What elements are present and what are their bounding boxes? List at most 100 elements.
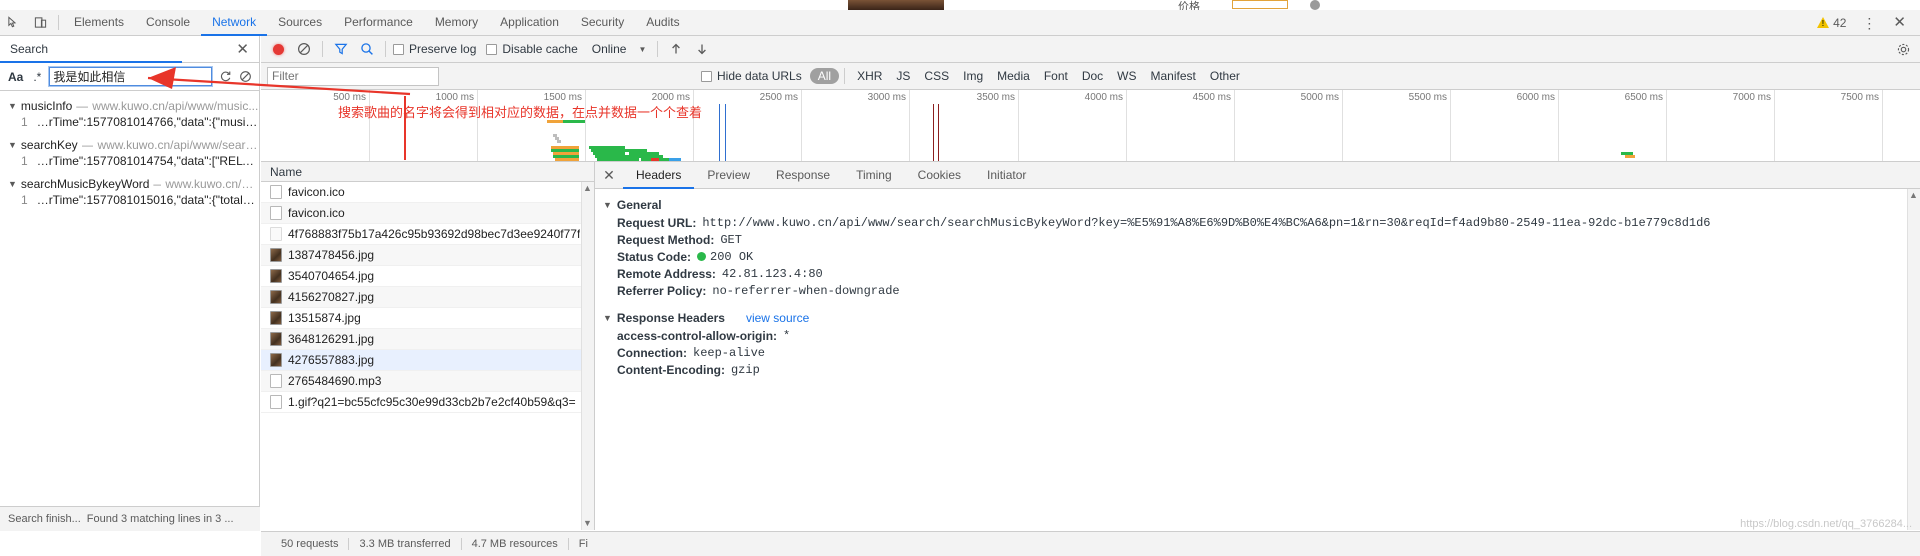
scroll-up-icon[interactable]: ▲ — [582, 184, 593, 193]
doc-icon — [270, 395, 282, 409]
filter-type-other[interactable]: Other — [1203, 69, 1247, 83]
request-url-value[interactable]: http://www.kuwo.cn/api/www/search/search… — [696, 215, 1710, 232]
chevron-down-icon: ▼ — [603, 313, 612, 323]
chevron-down-icon[interactable]: ▼ — [8, 101, 17, 111]
scroll-down-icon[interactable]: ▼ — [582, 519, 593, 528]
refresh-icon[interactable] — [218, 70, 232, 83]
tab-preview[interactable]: Preview — [694, 162, 763, 189]
tab-audits[interactable]: Audits — [635, 10, 690, 36]
close-icon[interactable]: ✕ — [595, 162, 623, 188]
overview-tick-label: 3500 ms — [976, 92, 1015, 103]
close-icon[interactable]: ✕ — [232, 42, 253, 57]
preserve-log-checkbox[interactable]: Preserve log — [391, 42, 484, 56]
filter-type-font[interactable]: Font — [1037, 69, 1075, 83]
device-toolbar-icon[interactable] — [27, 10, 54, 35]
details-scrollbar[interactable]: ▲ — [1907, 189, 1920, 530]
overview-bar — [1625, 155, 1635, 158]
chevron-down-icon[interactable]: ▼ — [8, 140, 17, 150]
table-row[interactable]: 4156270827.jpg — [261, 287, 594, 308]
preserve-log-label: Preserve log — [409, 42, 477, 56]
filter-type-all[interactable]: All — [809, 68, 840, 84]
record-button[interactable] — [265, 36, 291, 62]
scroll-up-icon[interactable]: ▲ — [1908, 191, 1919, 200]
table-row[interactable]: 13515874.jpg — [261, 308, 594, 329]
overview-tick — [1882, 90, 1883, 161]
clear-icon[interactable] — [291, 36, 317, 62]
tab-network[interactable]: Network — [201, 10, 268, 36]
tab-performance[interactable]: Performance — [333, 10, 424, 36]
overview-bar — [669, 158, 681, 161]
filter-funnel-icon[interactable] — [328, 36, 354, 62]
search-result-url: www.kuwo.cn/api/www/a... — [165, 177, 259, 191]
filter-input[interactable] — [267, 66, 439, 86]
finish-label: Fi — [578, 538, 588, 550]
filter-type-doc[interactable]: Doc — [1075, 69, 1110, 83]
request-list-scrollbar[interactable]: ▲ ▼ — [581, 182, 594, 530]
table-row[interactable]: 2765484690.mp3 — [261, 371, 594, 392]
tab-application[interactable]: Application — [489, 10, 570, 36]
throttling-dropdown-arrow[interactable]: ▼ — [632, 45, 652, 54]
network-overview-timeline[interactable]: 500 ms 1000 ms 1500 ms 2000 ms 2500 ms 3000 m… — [261, 90, 1920, 162]
regex-toggle[interactable]: .* — [31, 70, 43, 84]
search-pane-title: Search — [10, 42, 49, 56]
export-har-icon[interactable] — [689, 36, 715, 62]
search-input[interactable] — [48, 66, 214, 87]
table-row[interactable]: 3648126291.jpg — [261, 329, 594, 350]
tab-elements[interactable]: Elements — [63, 10, 135, 36]
hide-data-urls-checkbox[interactable]: Hide data URLs — [699, 69, 810, 83]
filter-type-ws[interactable]: WS — [1110, 69, 1143, 83]
tab-timing[interactable]: Timing — [843, 162, 905, 189]
inspect-cursor-icon[interactable] — [0, 10, 27, 35]
filter-type-media[interactable]: Media — [990, 69, 1037, 83]
throttling-select[interactable]: Online — [586, 42, 633, 56]
more-options-icon[interactable]: ⋮ — [1854, 16, 1885, 30]
table-row[interactable]: 4276557883.jpg — [261, 350, 594, 371]
tab-security[interactable]: Security — [570, 10, 635, 36]
tab-sources[interactable]: Sources — [267, 10, 333, 36]
table-row[interactable]: 1.gif?q21=bc55cfc95c30e99d33cb2b7e2cf40b… — [261, 392, 594, 413]
search-result-header[interactable]: ▼ searchMusicBykeyWord — www.kuwo.cn/api… — [8, 177, 259, 191]
response-headers-section-header[interactable]: ▼ Response Headers view source — [595, 308, 1920, 328]
general-section-header[interactable]: ▼ General — [595, 195, 1920, 215]
search-icon[interactable] — [354, 36, 380, 62]
search-result-header[interactable]: ▼ searchKey — www.kuwo.cn/api/www/searc.… — [8, 138, 259, 152]
table-row[interactable]: favicon.ico — [261, 182, 594, 203]
gear-icon[interactable] — [1890, 36, 1916, 62]
search-result-line[interactable]: 1 …rTime":1577081015016,"data":{"total":… — [8, 193, 259, 207]
tab-initiator[interactable]: Initiator — [974, 162, 1039, 189]
disable-cache-checkbox[interactable]: Disable cache — [484, 42, 585, 56]
tabbar-divider — [58, 15, 59, 30]
close-devtools-icon[interactable]: ✕ — [1885, 15, 1914, 30]
tab-cookies[interactable]: Cookies — [905, 162, 974, 189]
view-source-link[interactable]: view source — [746, 311, 809, 325]
table-row[interactable]: favicon.ico — [261, 203, 594, 224]
import-har-icon[interactable] — [663, 36, 689, 62]
checkbox-box — [486, 43, 498, 55]
filter-type-js[interactable]: JS — [889, 69, 917, 83]
tab-memory[interactable]: Memory — [424, 10, 489, 36]
clear-icon[interactable] — [239, 70, 253, 83]
request-list-column-header[interactable]: Name — [261, 162, 594, 182]
filter-type-xhr[interactable]: XHR — [850, 69, 889, 83]
table-row[interactable]: 4f768883f75b17a426c95b93692d98bec7d3ee92… — [261, 224, 594, 245]
filter-type-css[interactable]: CSS — [917, 69, 956, 83]
overview-tick — [585, 90, 586, 161]
search-pane: Search ✕ Aa .* ▼ musicInfo — www.kuwo.cn… — [0, 36, 260, 531]
search-result-line[interactable]: 1 …rTime":1577081014766,"data":{"musicri… — [8, 115, 259, 129]
warning-badge[interactable]: 42 — [1809, 16, 1854, 30]
match-case-toggle[interactable]: Aa — [6, 70, 25, 84]
filter-type-manifest[interactable]: Manifest — [1144, 69, 1203, 83]
search-result-header[interactable]: ▼ musicInfo — www.kuwo.cn/api/www/music.… — [8, 99, 259, 113]
warning-triangle-icon — [1817, 17, 1830, 28]
page-sliver-label: 价格 — [1178, 1, 1200, 10]
table-row[interactable]: 1387478456.jpg — [261, 245, 594, 266]
tab-response[interactable]: Response — [763, 162, 843, 189]
table-row[interactable]: 3540704654.jpg — [261, 266, 594, 287]
filter-type-img[interactable]: Img — [956, 69, 990, 83]
chevron-down-icon[interactable]: ▼ — [8, 179, 17, 189]
tab-console[interactable]: Console — [135, 10, 201, 36]
search-result-line[interactable]: 1 …rTime":1577081014754,"data":["RELWO… — [8, 154, 259, 168]
tab-headers[interactable]: Headers — [623, 162, 695, 189]
overview-tick — [909, 90, 910, 161]
general-section-title: General — [616, 198, 662, 212]
